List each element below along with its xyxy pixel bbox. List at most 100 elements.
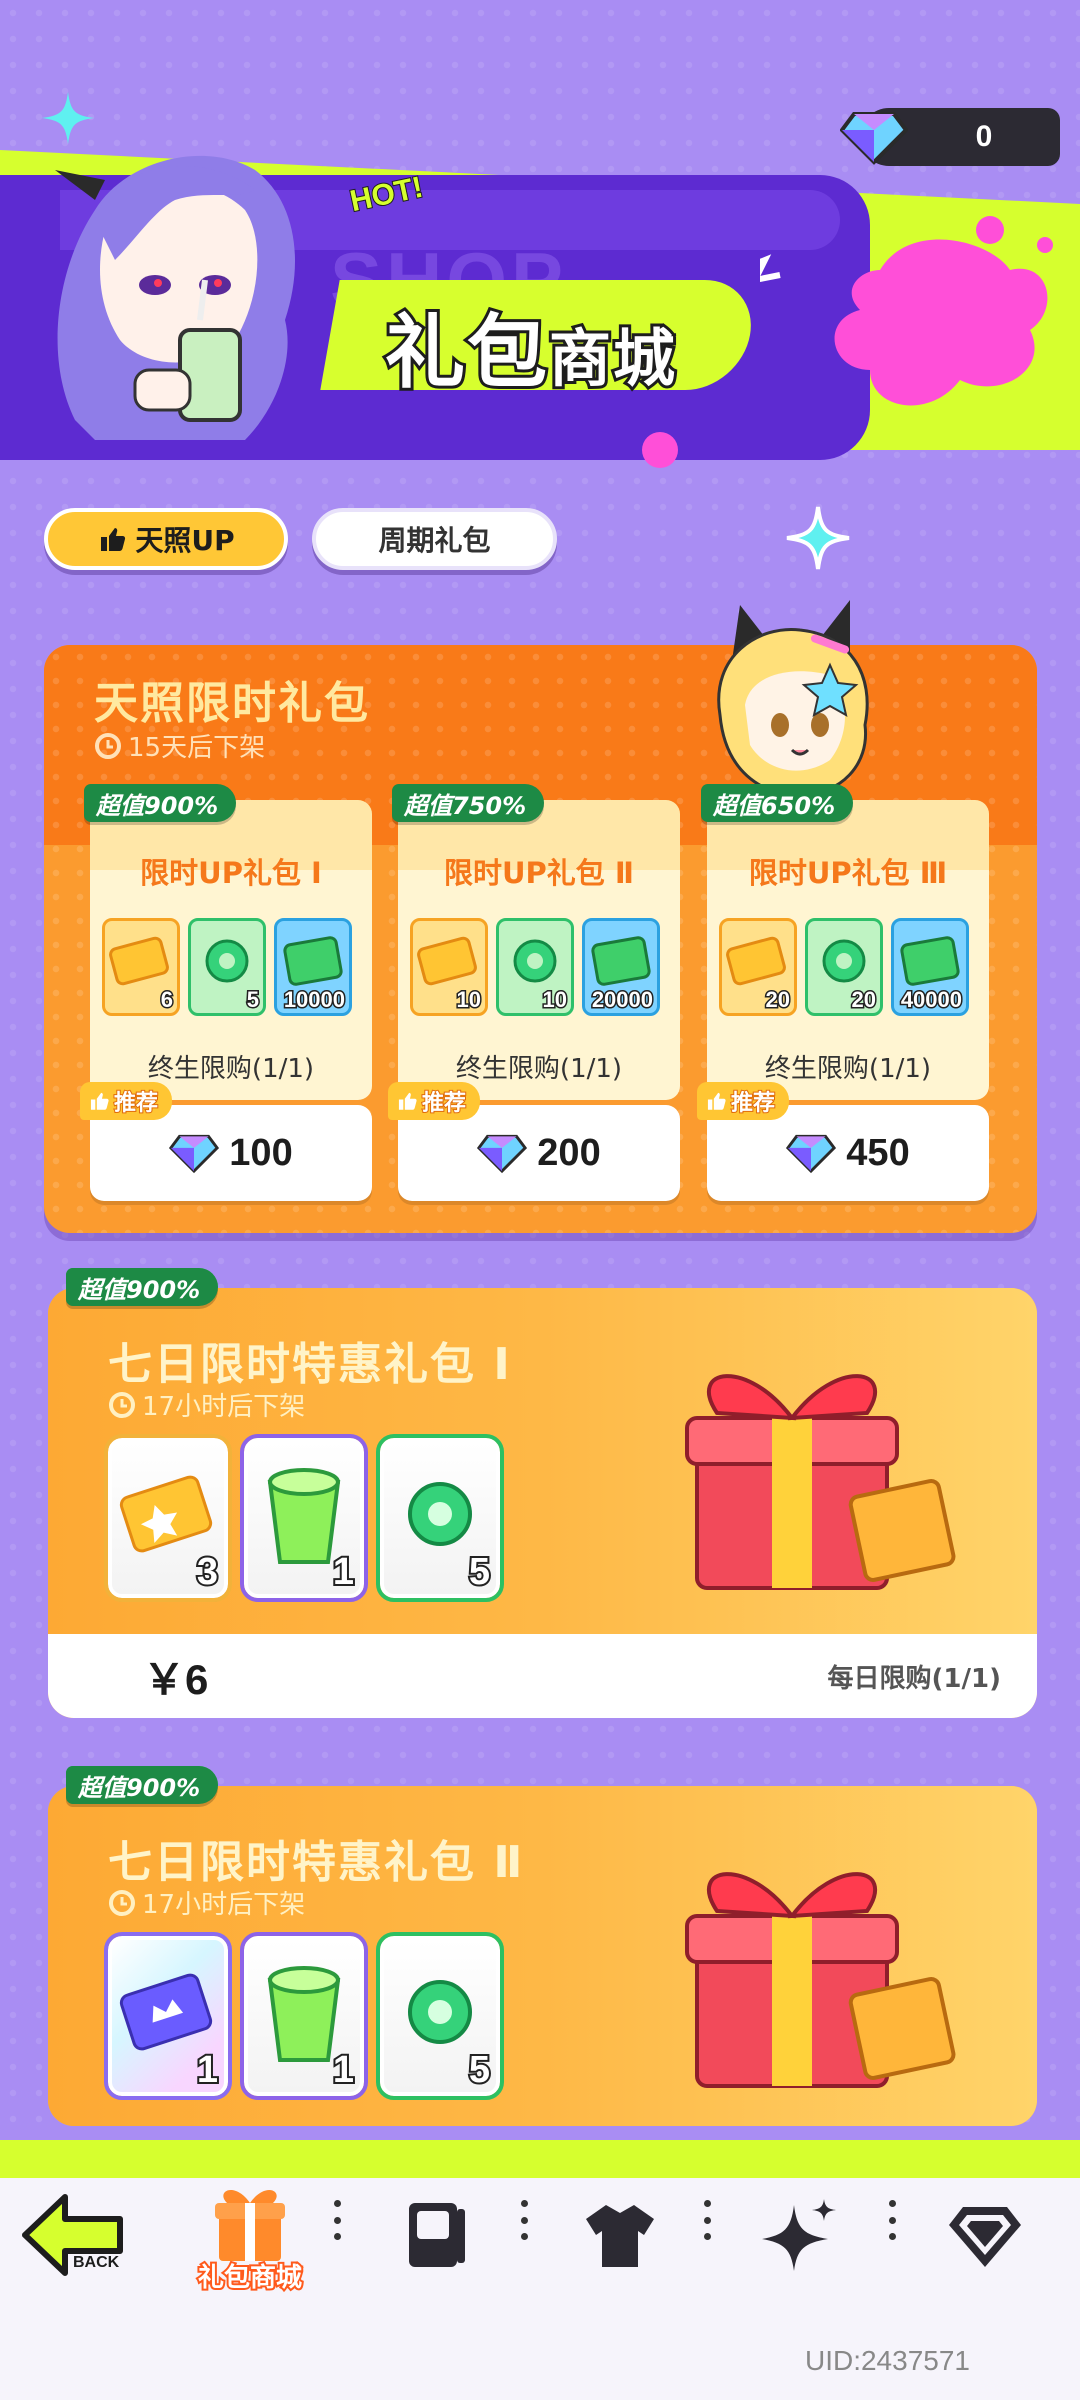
timer-text: 17小时后下架 [142,1392,306,1422]
paint-dot-decoration [642,432,678,468]
item-count: 10 [455,986,483,1014]
badge-text: 超值750% [404,791,527,820]
tab-label: 周期礼包 [378,524,491,557]
gift-pack-2[interactable]: 七日限时特惠礼包 Ⅱ 17小时后下架 1 1 5 [48,1786,1037,2126]
ticket-item[interactable]: 10 [410,918,488,1016]
item-count: 10 [541,986,569,1014]
thumbs-up-icon [101,528,126,551]
tab-label: 天照UP [135,524,235,557]
recommend-tag: 推荐 [388,1082,481,1120]
item-count: 5 [467,2047,492,2093]
drink-item[interactable]: 1 [240,1932,368,2100]
ticket-item[interactable]: 3 [104,1434,232,1602]
diamond-icon [169,1134,220,1174]
recommend-tag: 推荐 [697,1082,790,1120]
buy-price-button[interactable]: ￥6 [143,1646,208,1707]
recommend-text: 推荐 [113,1090,159,1117]
badge-text: 超值900% [78,1773,201,1802]
item-count: 3 [195,1549,220,1595]
diamond-amount: 0 [975,120,993,153]
value-badge: 超值900% [66,1766,219,1804]
nav-separator [888,2200,896,2240]
gift-pack-1[interactable]: 七日限时特惠礼包 Ⅰ 17小时后下架 3 1 5 ￥6 每日限购(1/1) [48,1288,1037,1718]
nav-separator [520,2200,528,2240]
back-button[interactable]: BACK [10,2170,140,2300]
gift-icon [215,2189,285,2261]
limited-card-3[interactable]: 限时UP礼包 Ⅲ 20 20 40000 终生限购(1/1) 450 推荐 [697,800,989,1202]
ticket-item[interactable]: 6 [102,918,180,1016]
card-title: 限时UP礼包 Ⅱ [443,856,634,890]
clock-icon [109,1889,135,1916]
daily-limit: 每日限购(1/1) [827,1663,1001,1694]
token-item[interactable]: 10 [496,918,574,1016]
card-title: 限时UP礼包 Ⅰ [140,856,322,890]
card-title: 限时UP礼包 Ⅲ [748,856,948,890]
sparkle-decoration [41,91,95,145]
limited-pack-timer: 15天后下架 [94,727,265,764]
nav-gift-shop[interactable]: 礼包商城 [180,2170,320,2300]
page-title: 礼包商城 [382,303,678,402]
purchase-limit: 终生限购(1/1) [147,1054,315,1084]
drink-item[interactable]: 1 [240,1434,368,1602]
thumbs-up-icon [90,1092,109,1110]
timer-text: 17小时后下架 [142,1890,306,1920]
limited-card-1[interactable]: 限时UP礼包 Ⅰ 6 5 10000 终生限购(1/1) 100 推荐 [80,800,372,1202]
nav-outfits[interactable] [565,2170,675,2300]
gift-timer: 17小时后下架 [108,1386,305,1423]
sparkle-decoration [786,506,850,570]
item-count: 1 [331,1549,356,1595]
badge-text: 超值900% [96,791,219,820]
premium-ticket-item[interactable]: 1 [104,1932,232,2100]
nav-effects[interactable] [745,2170,855,2300]
token-item[interactable]: 5 [376,1932,504,2100]
price: 200 [537,1131,601,1174]
timer-text: 15天后下架 [128,733,266,763]
token-item[interactable]: 5 [188,918,266,1016]
diamond-balance[interactable]: 0 [840,108,1060,166]
nav-separator [333,2200,341,2240]
diamond-icon [840,112,908,165]
gift-title: 七日限时特惠礼包 Ⅰ [108,1339,512,1390]
cash-item[interactable]: 40000 [891,918,969,1016]
item-count: 1 [195,2047,220,2093]
nav-diamonds[interactable] [930,2170,1040,2300]
token-item[interactable]: 20 [805,918,883,1016]
limited-card-2[interactable]: 限时UP礼包 Ⅱ 10 10 20000 终生限购(1/1) 200 推荐 [388,800,680,1202]
token-item[interactable]: 5 [376,1434,504,1602]
gift-title: 七日限时特惠礼包 Ⅱ [108,1837,525,1888]
badge-text: 超值650% [713,791,836,820]
value-badge: 超值750% [392,784,545,822]
item-count: 1 [331,2047,356,2093]
nav-separator [703,2200,711,2240]
back-icon: BACK [22,2194,123,2276]
recommend-text: 推荐 [421,1090,467,1117]
thumbs-up-icon [398,1092,417,1110]
tab-periodic-packs[interactable]: 周期礼包 [312,508,557,570]
nav-cards[interactable] [380,2170,490,2300]
cash-item[interactable]: 10000 [274,918,352,1016]
tab-amaterasu-up[interactable]: 天照UP [44,508,288,570]
gift-box-icon [685,1872,956,2088]
user-id: UID:2437571 [804,2345,970,2376]
chibi-character-avatar [717,600,869,797]
thumbs-up-icon [707,1092,726,1110]
card-icon [409,2203,465,2267]
item-count: 40000 [899,986,963,1014]
ticket-item[interactable]: 20 [719,918,797,1016]
recommend-text: 推荐 [730,1090,776,1117]
cash-item[interactable]: 20000 [582,918,660,1016]
diamond-icon [949,2207,1021,2267]
back-label: BACK [73,2254,120,2271]
value-badge: 超值900% [84,784,237,822]
sparkle-icon [762,2199,836,2271]
item-count: 5 [467,1549,492,1595]
price: 450 [846,1131,910,1174]
clock-icon [95,732,121,759]
diamond-icon [477,1134,528,1174]
purchase-limit: 终生限购(1/1) [455,1054,623,1084]
item-count: 20 [850,986,878,1014]
gift-footer: ￥6 每日限购(1/1) [48,1634,1037,1718]
recommend-tag: 推荐 [80,1082,173,1120]
item-count: 20 [764,986,792,1014]
gift-timer: 17小时后下架 [108,1884,305,1921]
